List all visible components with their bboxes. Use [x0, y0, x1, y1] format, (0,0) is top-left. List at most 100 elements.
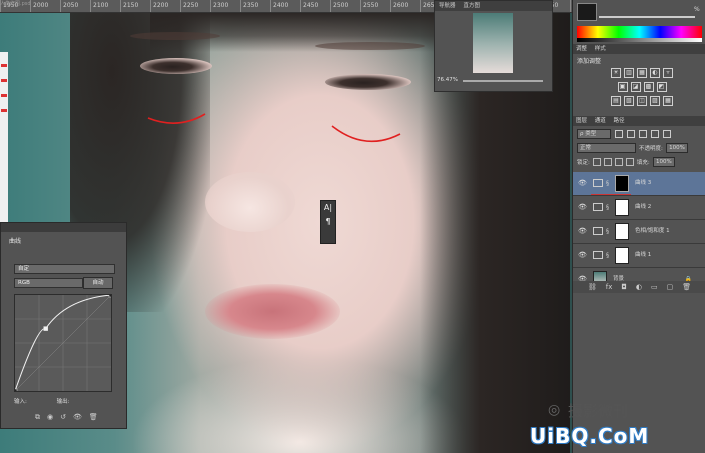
document-tab[interactable]: 人像修图.psd	[0, 0, 42, 7]
layer-row[interactable]: 👁 § 色相/饱和度 1	[573, 220, 705, 244]
lock-label: 锁定:	[577, 160, 590, 166]
red-annotation-right	[331, 125, 401, 143]
layer-mask-thumbnail[interactable]	[615, 199, 629, 216]
tab-adjustments[interactable]: 调整	[573, 46, 590, 52]
tab-styles[interactable]: 样式	[592, 46, 609, 52]
curve-control-point[interactable]	[12, 388, 18, 394]
tab-navigator[interactable]: 导航器	[435, 1, 460, 11]
layer-row[interactable]: 👁 § 曲线 2	[573, 196, 705, 220]
tab-histogram[interactable]: 直方图	[460, 1, 485, 11]
layer-mask-thumbnail[interactable]	[615, 175, 629, 192]
panel-header[interactable]	[1, 223, 126, 232]
lock-transparency-icon[interactable]	[592, 158, 601, 166]
adjustment-layer-icon	[593, 203, 603, 211]
tab-channels[interactable]: 通道	[592, 118, 609, 124]
filter-shape-icon[interactable]	[651, 130, 659, 138]
new-adjustment-icon[interactable]: ◐	[636, 281, 642, 293]
wechat-icon: ◎	[548, 402, 561, 418]
layer-name: 曲线 1	[635, 252, 652, 258]
layer-name: 曲线 2	[635, 204, 652, 210]
grayscale-ramp[interactable]	[577, 38, 702, 42]
opacity-field[interactable]: 100%	[665, 143, 688, 153]
visibility-icon[interactable]: 👁	[73, 413, 82, 422]
navigator-zoom-slider[interactable]	[463, 80, 543, 82]
adjustment-type-icon[interactable]: ▩	[643, 82, 654, 92]
layer-filter-dropdown[interactable]: ρ 类型	[577, 129, 611, 139]
foreground-swatch[interactable]	[577, 3, 597, 21]
filter-smart-icon[interactable]	[663, 130, 671, 138]
curve-control-point[interactable]	[108, 292, 114, 298]
layer-visibility-icon[interactable]: 👁	[578, 244, 587, 267]
delete-layer-icon[interactable]: 🗑	[682, 281, 691, 293]
properties-curves-panel: 曲线 自定 RGB 自动 输入: 输出: ⧉ ◉ ↺ 👁 🗑	[0, 222, 127, 429]
view-icon[interactable]: ◉	[47, 413, 53, 422]
navigator-thumbnail[interactable]	[473, 13, 513, 73]
tab-layers[interactable]: 图层	[573, 118, 590, 124]
add-mask-icon[interactable]: ◘	[621, 281, 627, 293]
filter-adjust-icon[interactable]	[627, 130, 635, 138]
layer-row[interactable]: 👁 § 曲线 3	[573, 172, 705, 196]
adjustment-type-icon[interactable]: ◩	[656, 82, 667, 92]
adjustment-layer-icon	[593, 227, 603, 235]
ruler-tick-label: 2450	[300, 0, 330, 12]
new-group-icon[interactable]: ▭	[651, 281, 658, 293]
link-layers-icon[interactable]: ⛓	[588, 281, 597, 293]
mask-link-icon[interactable]: §	[606, 172, 609, 195]
preset-dropdown[interactable]: 自定	[14, 264, 115, 274]
layer-visibility-icon[interactable]: 👁	[578, 172, 587, 195]
adjustment-type-icon[interactable]: ▣	[617, 82, 628, 92]
adjustment-type-icon[interactable]: ◪	[630, 82, 641, 92]
clip-icon[interactable]: ⧉	[35, 413, 40, 422]
adjustment-type-icon[interactable]: ▦	[663, 96, 673, 106]
layer-name: 色相/饱和度 1	[635, 228, 670, 234]
mask-link-icon[interactable]: §	[606, 196, 609, 219]
adjustment-type-icon[interactable]: ◐	[650, 68, 660, 78]
character-panel-button[interactable]: A|	[321, 201, 335, 215]
lock-all-icon[interactable]	[625, 158, 634, 166]
adjustment-type-icon[interactable]: ☀	[611, 68, 621, 78]
layer-visibility-icon[interactable]: 👁	[578, 220, 587, 243]
trash-icon[interactable]: 🗑	[89, 413, 98, 422]
filter-pixel-icon[interactable]	[615, 130, 623, 138]
ruler-tick-label: 2350	[240, 0, 270, 12]
auto-button[interactable]: 自动	[83, 277, 113, 289]
adjustment-type-icon[interactable]: ▦	[637, 68, 647, 78]
layer-name: 曲线 3	[635, 180, 652, 186]
mask-link-icon[interactable]: §	[606, 244, 609, 267]
adjustment-type-icon[interactable]: ▿	[663, 68, 673, 78]
adjustment-type-icon[interactable]: ▨	[650, 96, 660, 106]
reset-icon[interactable]: ↺	[60, 413, 66, 422]
tab-paths[interactable]: 路径	[611, 118, 628, 124]
input-label: 输入:	[14, 399, 27, 405]
background-window-strip	[0, 52, 8, 232]
paragraph-panel-button[interactable]: ¶	[321, 215, 335, 229]
lock-pixels-icon[interactable]	[603, 158, 612, 166]
blend-mode-dropdown[interactable]: 正常	[577, 143, 636, 153]
layers-footer: ⛓ fx ◘ ◐ ▭ ▢ 🗑	[573, 281, 705, 293]
lock-position-icon[interactable]	[614, 158, 623, 166]
layer-mask-thumbnail[interactable]	[615, 247, 629, 264]
layer-mask-thumbnail[interactable]	[615, 223, 629, 240]
curve-graph[interactable]	[12, 292, 114, 394]
fill-field[interactable]: 100%	[652, 157, 675, 167]
adjustment-type-icon[interactable]: ▧	[624, 96, 634, 106]
fx-icon[interactable]: fx	[606, 281, 613, 293]
adjustment-type-icon[interactable]: ◫	[637, 96, 647, 106]
navigator-zoom[interactable]: 76.47%	[437, 77, 458, 83]
color-panel: %	[577, 3, 702, 21]
color-spectrum[interactable]	[577, 26, 702, 38]
adjustment-type-icon[interactable]: ▥	[624, 68, 634, 78]
layer-visibility-icon[interactable]: 👁	[578, 196, 587, 219]
new-layer-icon[interactable]: ▢	[667, 281, 674, 293]
adjustments-title: 添加调整	[577, 58, 602, 65]
ruler-tick-label: 2200	[150, 0, 180, 12]
channel-dropdown[interactable]: RGB	[14, 278, 83, 288]
filter-type-icon[interactable]	[639, 130, 647, 138]
mask-link-icon[interactable]: §	[606, 220, 609, 243]
adjustment-layer-icon	[593, 251, 603, 259]
curve-control-point[interactable]	[43, 326, 48, 331]
layer-row[interactable]: 👁 § 曲线 1	[573, 244, 705, 268]
color-slider[interactable]	[599, 16, 695, 18]
adjustment-icons: ☀ ▥ ▦ ◐ ▿ ▣ ◪ ▩ ◩ ▤ ▧ ◫ ▨ ▦	[597, 68, 687, 110]
adjustment-type-icon[interactable]: ▤	[611, 96, 621, 106]
